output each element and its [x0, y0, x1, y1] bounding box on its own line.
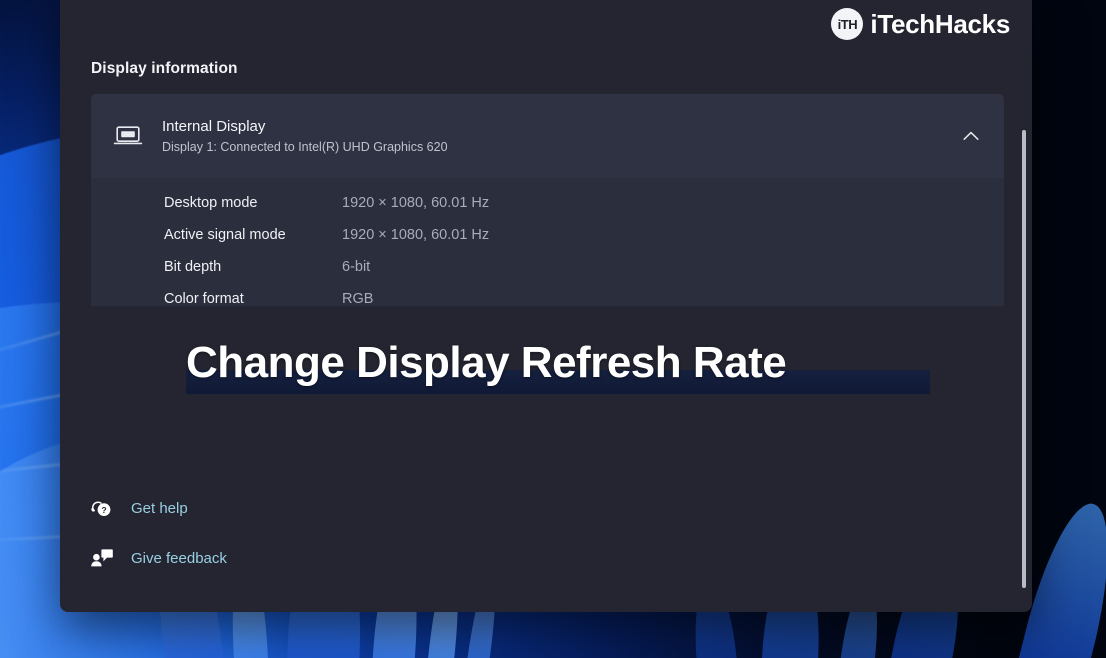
- chevron-up-icon[interactable]: [954, 119, 988, 153]
- display-card-header[interactable]: Internal Display Display 1: Connected to…: [91, 94, 1004, 178]
- get-help-label: Get help: [131, 499, 188, 517]
- display-card-head-text: Internal Display Display 1: Connected to…: [162, 117, 954, 155]
- feedback-person-icon: [87, 545, 117, 571]
- logo-wordmark: iTechHacks: [870, 8, 1010, 39]
- display-info-card: Internal Display Display 1: Connected to…: [91, 94, 1004, 306]
- detail-row: Bit depth 6-bit: [91, 251, 1004, 283]
- logo-badge: iTH: [831, 8, 864, 40]
- scrollbar-thumb[interactable]: [1022, 130, 1026, 588]
- give-feedback-link[interactable]: Give feedback: [87, 540, 227, 576]
- detail-row: Desktop mode 1920 × 1080, 60.01 Hz: [91, 187, 1004, 219]
- overlay-headline-wrap: Change Display Refresh Rate: [186, 334, 930, 394]
- detail-row: Color format RGB: [91, 283, 1004, 306]
- detail-label: Color format: [164, 291, 244, 306]
- overlay-headline: Change Display Refresh Rate: [186, 338, 787, 387]
- detail-value: 1920 × 1080, 60.01 Hz: [342, 195, 490, 211]
- detail-value: 6-bit: [342, 259, 371, 275]
- vertical-scrollbar[interactable]: [1019, 130, 1029, 588]
- help-question-icon: ?: [87, 495, 117, 521]
- give-feedback-label: Give feedback: [131, 549, 227, 567]
- detail-label: Active signal mode: [164, 227, 286, 243]
- detail-label: Bit depth: [164, 259, 222, 275]
- laptop-icon: [111, 119, 145, 153]
- get-help-link[interactable]: ? Get help: [87, 490, 227, 526]
- footer-links: ? Get help Give feedback: [87, 490, 227, 576]
- itechhacks-logo: iTH iTechHacks: [831, 8, 1010, 40]
- display-card-subtitle: Display 1: Connected to Intel(R) UHD Gra…: [162, 140, 448, 154]
- display-card-title: Internal Display: [162, 118, 266, 135]
- detail-label: Desktop mode: [164, 195, 258, 211]
- detail-value: RGB: [342, 291, 374, 306]
- svg-text:?: ?: [101, 505, 106, 515]
- display-card-details: Desktop mode 1920 × 1080, 60.01 Hz Activ…: [91, 178, 1004, 306]
- detail-row: Active signal mode 1920 × 1080, 60.01 Hz: [91, 219, 1004, 251]
- settings-scroll-region[interactable]: Internal Display Display 1: Connected to…: [60, 94, 1032, 306]
- page-title: Display information: [91, 60, 238, 77]
- settings-window: iTH iTechHacks Display information Inter…: [60, 0, 1032, 612]
- detail-value: 1920 × 1080, 60.01 Hz: [342, 227, 490, 243]
